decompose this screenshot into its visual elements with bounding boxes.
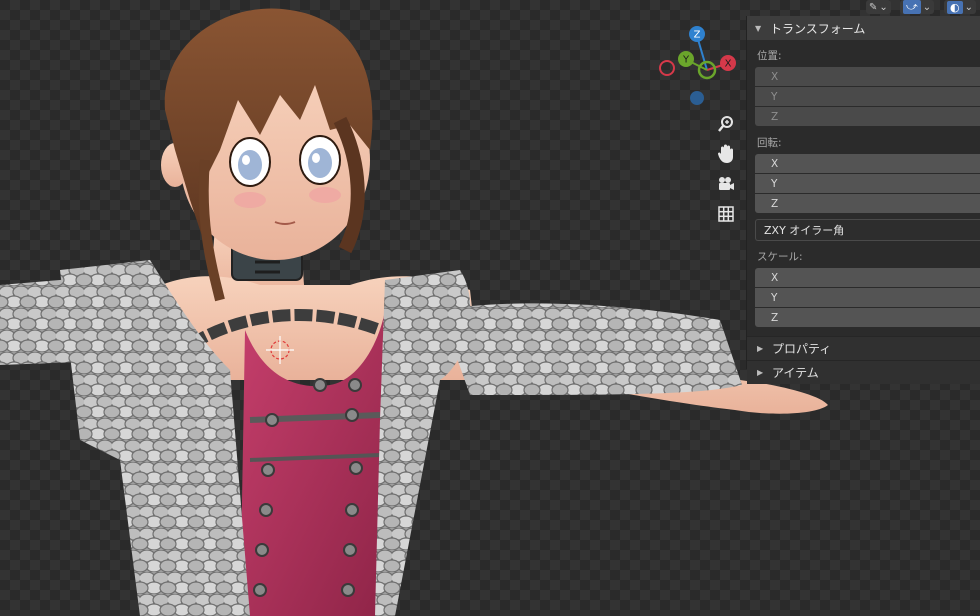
gizmo-toggle[interactable]: ⤻ ⌄ <box>900 0 935 14</box>
brush-icon: ✎ <box>869 1 878 13</box>
properties-panel-header[interactable]: ▶ プロパティ <box>747 336 980 360</box>
location-x-field[interactable]: X <box>755 67 980 86</box>
rotation-y-field[interactable]: Y <box>755 174 980 193</box>
overlay-toggle[interactable]: ✎ ⌄ <box>866 0 891 14</box>
chevron-down-icon: ⌄ <box>922 1 932 13</box>
transform-panel-header[interactable]: ▼ トランスフォーム <box>747 16 980 40</box>
triangle-down-icon: ▼ <box>755 23 762 33</box>
rotation-mode-dropdown[interactable]: ZXY オイラー角 <box>755 219 980 241</box>
gizmo-x-label: X <box>725 59 732 70</box>
rotation-z-field[interactable]: Z <box>755 194 980 213</box>
sidebar-panel: ▼ トランスフォーム 位置: X Y Z 回転: X Y Z ZXY オイラー角… <box>746 16 980 384</box>
rotation-fields: X Y Z <box>755 154 980 213</box>
gizmo-neg-z[interactable] <box>690 91 704 105</box>
scale-x-field[interactable]: X <box>755 268 980 287</box>
curve-icon: ⤻ <box>903 0 921 14</box>
scale-y-field[interactable]: Y <box>755 288 980 307</box>
shading-toggle[interactable]: ◐ ⌄ <box>944 0 976 14</box>
location-y-field[interactable]: Y <box>755 87 980 106</box>
hand-pan-icon[interactable] <box>713 142 739 166</box>
gizmo-neg-x[interactable] <box>659 60 675 76</box>
chevron-down-icon: ⌄ <box>879 1 888 13</box>
scale-z-field[interactable]: Z <box>755 308 980 327</box>
gizmo-z-label: Z <box>694 30 701 41</box>
rotation-x-field[interactable]: X <box>755 154 980 173</box>
scale-fields: X Y Z <box>755 268 980 327</box>
location-z-field[interactable]: Z <box>755 107 980 126</box>
chevron-down-icon: ⌄ <box>964 1 973 13</box>
item-panel-header[interactable]: ▶ アイテム <box>747 360 980 384</box>
navigation-gizmo[interactable]: Z Y X <box>652 22 742 112</box>
triangle-right-icon: ▶ <box>757 368 764 377</box>
rotation-label: 回転: <box>757 137 782 149</box>
3d-viewport[interactable]: ✎ ⌄ ⤻ ⌄ ◐ ⌄ Z Y X ▼ トランスフォーム 位置: X Y Z 回… <box>0 0 980 616</box>
location-fields: X Y Z <box>755 67 980 126</box>
camera-icon[interactable] <box>713 172 739 196</box>
xray-icon: ◐ <box>947 0 963 14</box>
item-title: アイテム <box>772 366 819 380</box>
navigation-tools <box>713 112 739 226</box>
properties-title: プロパティ <box>772 342 832 356</box>
zoom-icon[interactable] <box>713 112 739 136</box>
gizmo-y-label: Y <box>682 55 690 66</box>
transform-title: トランスフォーム <box>770 21 866 36</box>
location-label: 位置: <box>757 50 782 62</box>
grid-icon[interactable] <box>713 202 739 226</box>
scale-label: スケール: <box>757 251 803 263</box>
triangle-right-icon: ▶ <box>757 344 764 353</box>
